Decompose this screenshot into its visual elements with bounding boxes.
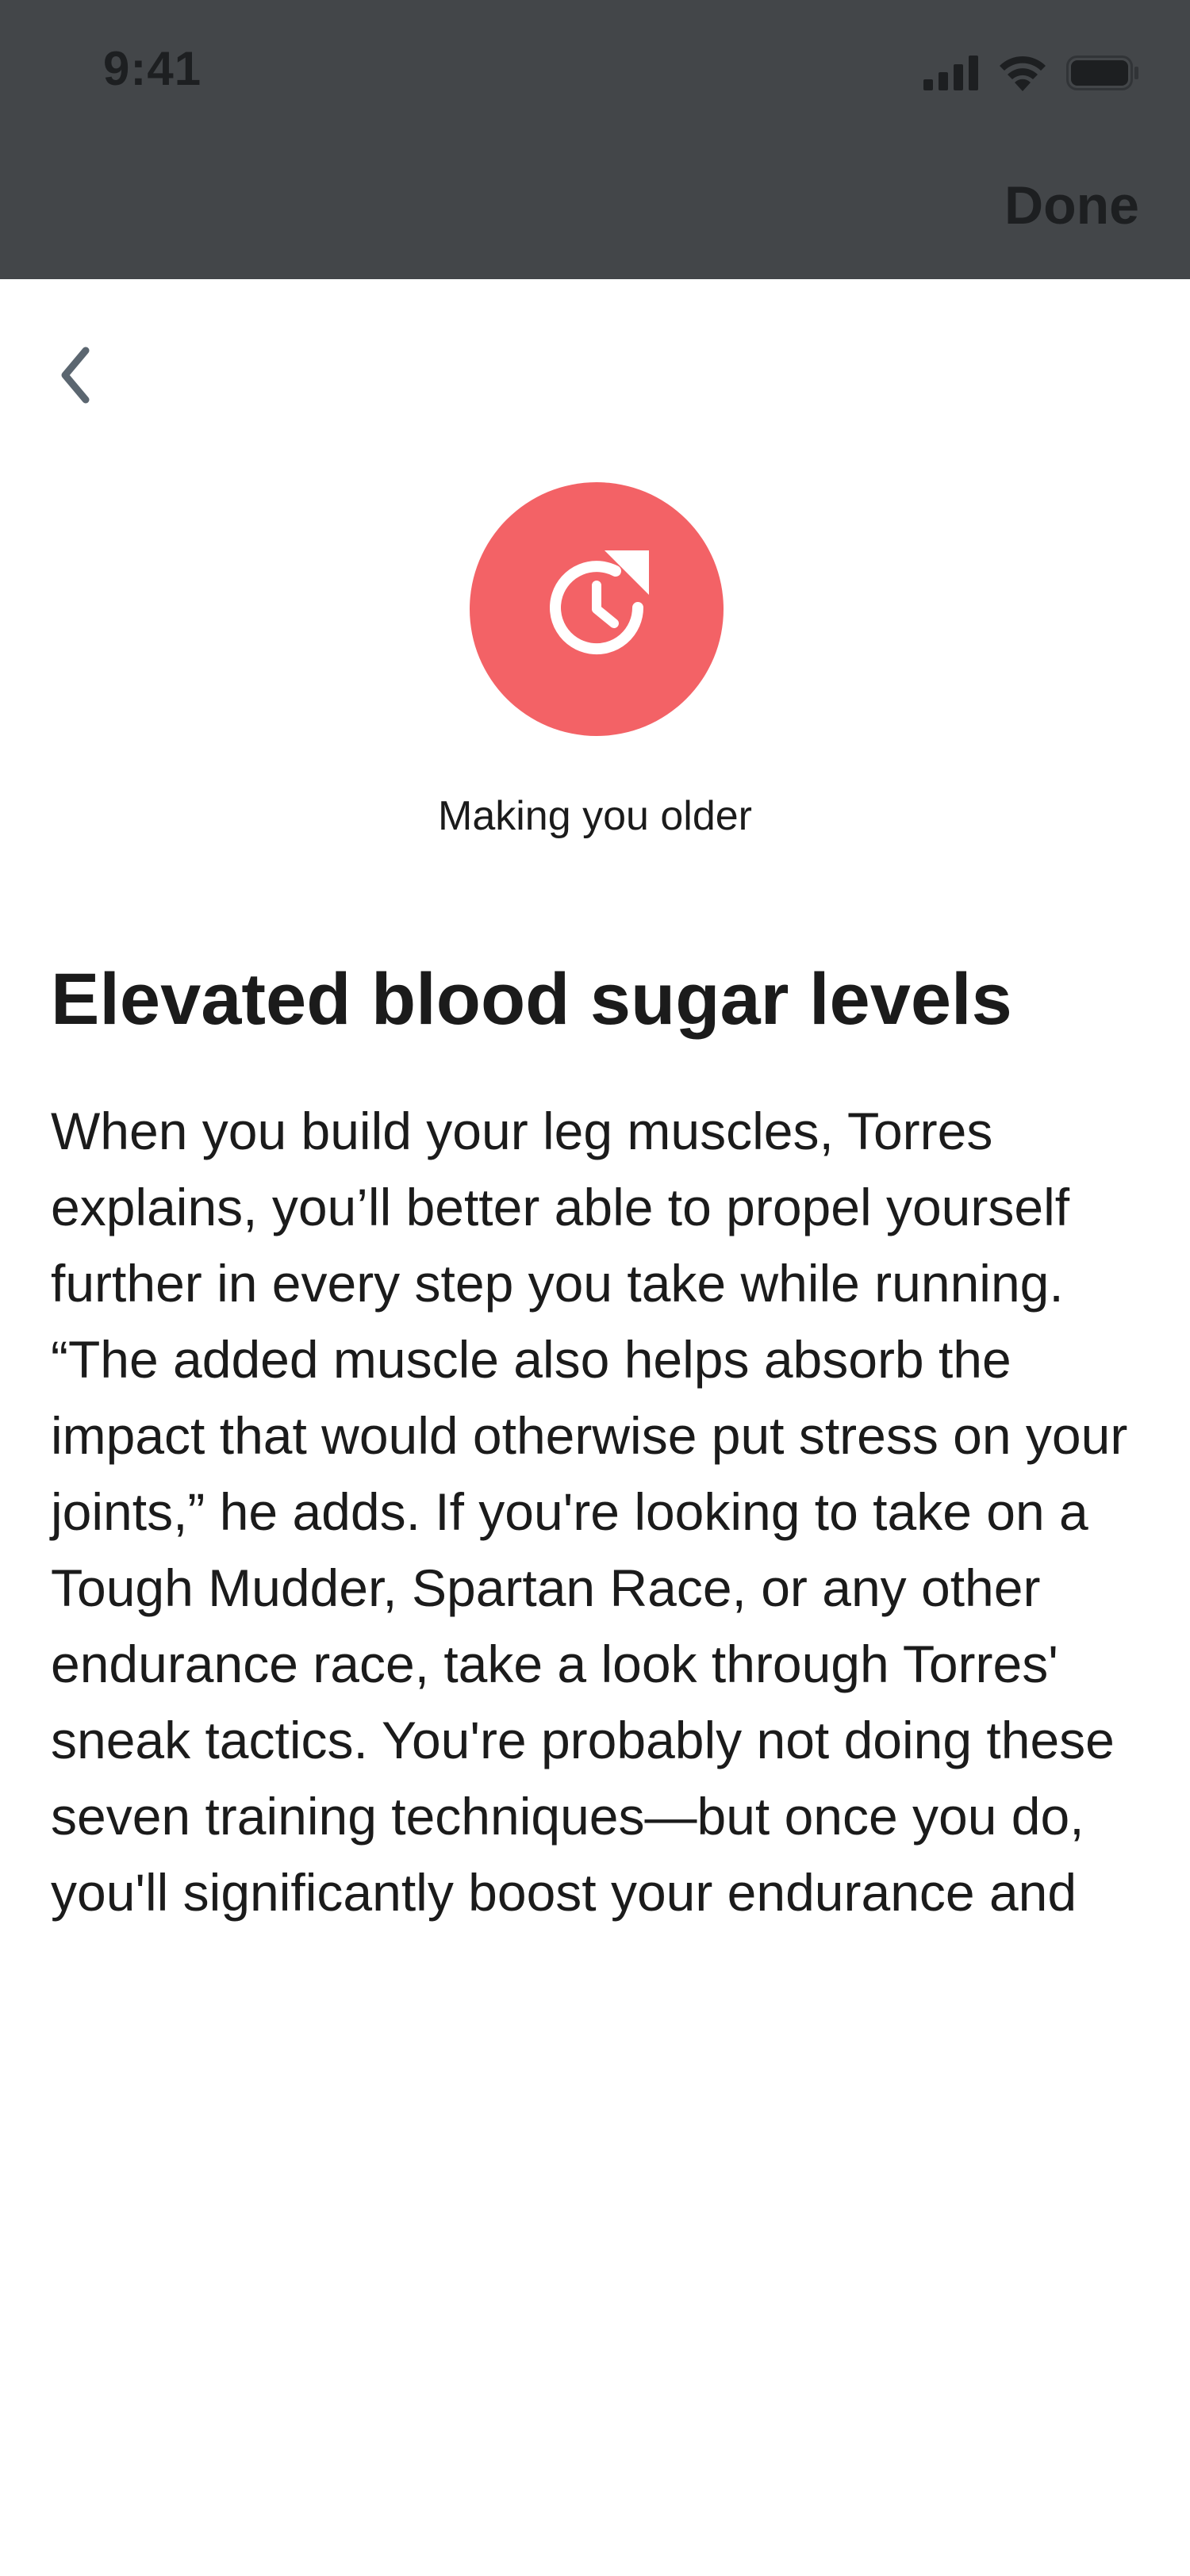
cellular-signal-icon — [923, 55, 979, 94]
hero-icon-badge — [470, 482, 724, 736]
back-button[interactable] — [51, 333, 130, 420]
status-time: 9:41 — [103, 42, 202, 95]
battery-icon — [1066, 55, 1139, 94]
hero-caption: Making you older — [438, 793, 752, 839]
clock-refresh-icon — [533, 544, 660, 675]
top-bar: 9:41 Done — [0, 0, 1190, 279]
screen: 9:41 Done Making you older Elevated bloo… — [0, 0, 1190, 2576]
done-button[interactable]: Done — [1004, 174, 1139, 236]
status-icons — [923, 51, 1139, 98]
wifi-icon — [998, 55, 1047, 95]
article-body: When you build your leg muscles, Torres … — [51, 1102, 1128, 1922]
article-title: Elevated blood sugar levels — [51, 959, 1012, 1040]
chevron-left-icon — [51, 339, 98, 415]
